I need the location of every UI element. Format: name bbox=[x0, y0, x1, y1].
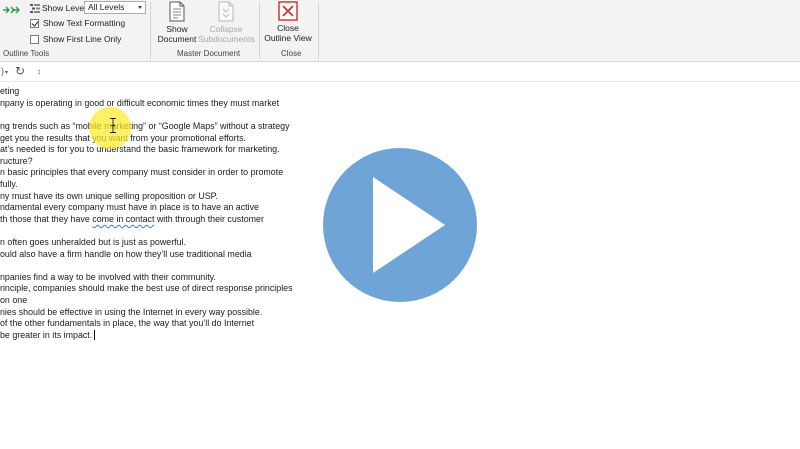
collapse-subdocuments-button[interactable]: Collapse Subdocuments bbox=[198, 1, 255, 44]
outline-line: eting bbox=[0, 86, 20, 96]
show-document-label-line2: Document bbox=[157, 34, 197, 44]
outline-line: at’s needed is for you to understand the… bbox=[0, 144, 280, 154]
outline-line: nies should be effective in using the In… bbox=[0, 307, 263, 317]
master-document-group-label: Master Document bbox=[177, 49, 241, 58]
show-document-icon bbox=[169, 1, 185, 22]
outline-line: rinciple, companies should make the best… bbox=[0, 283, 293, 293]
show-level-value: All Levels bbox=[88, 2, 125, 12]
collapse-subdocuments-icon bbox=[218, 1, 234, 22]
show-level-dropdown[interactable]: All Levels bbox=[84, 1, 146, 14]
close-outline-view-label-line1: Close bbox=[277, 23, 299, 33]
video-play-button[interactable] bbox=[323, 148, 477, 302]
quick-access-toolbar: ) ▾ ↻ ↕ bbox=[0, 62, 800, 82]
outline-line: n basic principles that every company mu… bbox=[0, 167, 284, 177]
show-text-formatting-checkbox[interactable] bbox=[30, 18, 39, 28]
outline-line: ny must have its own unique selling prop… bbox=[0, 191, 218, 201]
show-document-label-line1: Show bbox=[166, 24, 188, 34]
show-level-row: Show Level: bbox=[30, 2, 88, 14]
ribbon-divider bbox=[318, 2, 319, 58]
ribbon-divider bbox=[259, 2, 260, 58]
outline-line: ng trends such as “mobile marketing” or … bbox=[0, 121, 290, 131]
outline-line-with-caret: be greater in its impact. bbox=[0, 330, 96, 340]
show-level-label: Show Level: bbox=[42, 3, 89, 13]
partial-toolbar-icon[interactable]: ) bbox=[1, 66, 4, 76]
outline-line-text: be greater in its impact. bbox=[0, 330, 93, 340]
close-outline-view-label-line2: Outline View bbox=[264, 33, 312, 43]
proofing-marked-text: come in contact bbox=[92, 214, 155, 224]
outline-tools-group-label: Outline Tools bbox=[3, 49, 50, 58]
redo-icon[interactable]: ↻ bbox=[15, 64, 25, 78]
customize-toolbar-icon[interactable]: ↕ bbox=[37, 67, 41, 76]
play-icon bbox=[373, 177, 445, 273]
show-document-button[interactable]: Show Document bbox=[156, 1, 198, 44]
close-outline-view-button[interactable]: Close Outline View bbox=[263, 1, 313, 43]
show-text-formatting-option[interactable]: Show Text Formatting bbox=[30, 17, 125, 29]
show-first-line-only-option[interactable]: Show First Line Only bbox=[30, 33, 121, 45]
show-first-line-only-label: Show First Line Only bbox=[43, 34, 122, 44]
show-level-icon bbox=[30, 3, 40, 13]
ibeam-cursor-icon bbox=[110, 118, 116, 133]
ribbon: Show Level: All Levels Show Text Formatt… bbox=[0, 0, 800, 62]
show-text-formatting-label: Show Text Formatting bbox=[43, 18, 126, 28]
outline-line: th those that they have come in contact … bbox=[0, 214, 264, 224]
chevron-down-icon[interactable]: ▾ bbox=[5, 69, 8, 76]
show-first-line-only-checkbox[interactable] bbox=[30, 34, 39, 44]
ribbon-divider bbox=[150, 2, 151, 58]
promote-demote-arrows-icon[interactable] bbox=[2, 4, 22, 16]
collapse-subdocuments-label-line2: Subdocuments bbox=[198, 34, 255, 44]
outline-line: ructure? bbox=[0, 156, 33, 166]
outline-line: ndamental every company must have in pla… bbox=[0, 202, 259, 212]
outline-line: on one bbox=[0, 295, 28, 305]
chevron-down-icon bbox=[138, 6, 142, 9]
collapse-subdocuments-label-line1: Collapse bbox=[209, 24, 243, 34]
outline-line: of the other fundamentals in place, the … bbox=[0, 318, 255, 328]
text-cursor bbox=[94, 330, 96, 340]
outline-line: fully. bbox=[0, 179, 18, 189]
outline-line: ould also have a firm handle on how they… bbox=[0, 249, 252, 259]
outline-line: npanies find a way to be involved with t… bbox=[0, 272, 216, 282]
outline-line: npany is operating in good or difficult … bbox=[0, 98, 280, 108]
outline-line: n often goes unheralded but is just as p… bbox=[0, 237, 187, 247]
close-group-label: Close bbox=[281, 49, 302, 58]
close-icon bbox=[278, 1, 298, 21]
